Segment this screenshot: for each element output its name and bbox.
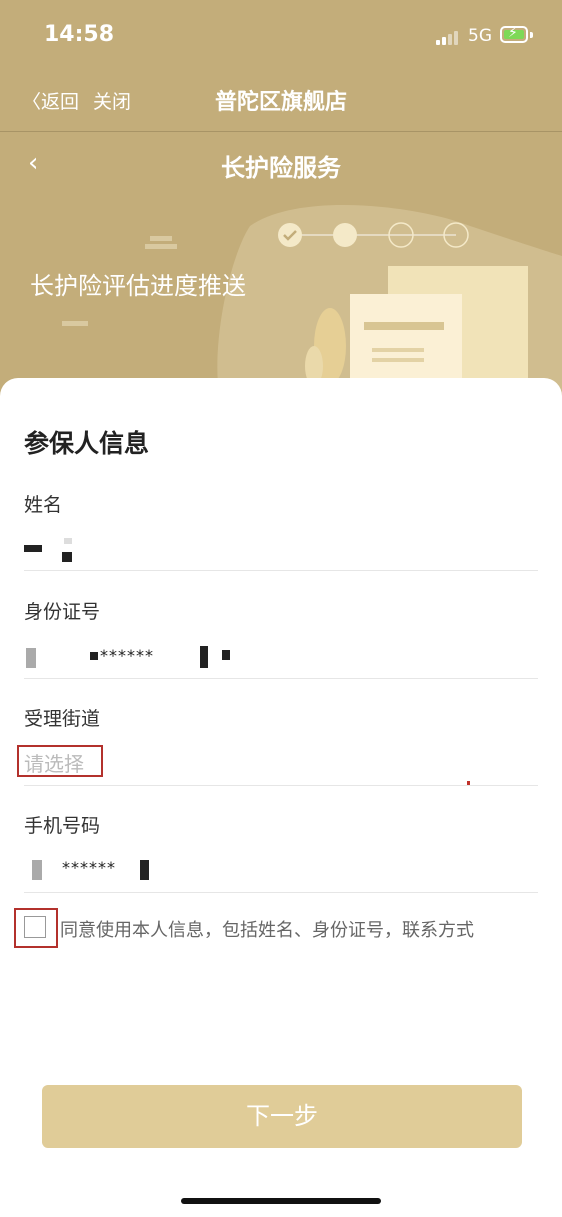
nav-title: 普陀区旗舰店 [214,90,347,115]
form-card: 参保人信息 姓名 身份证号 ****** 受理街道 请选择 手机号码 *****… [0,378,562,1217]
name-label: 姓名 [24,494,63,516]
id-value: ****** [24,644,284,670]
hero-text: 长护险评估进度推送 [30,272,246,300]
step-1 [278,223,302,247]
name-value [24,536,224,562]
step-2 [333,223,357,247]
street-label: 受理街道 [24,708,101,730]
id-label: 身份证号 [24,601,101,623]
street-select[interactable]: 请选择 [24,748,84,777]
status-bar: 14:58 5G ⚡ [0,0,562,68]
divider [24,678,538,679]
page-title: 长护险服务 [221,154,341,182]
consent-text: 同意使用本人信息，包括姓名、身份证号，联系方式 [60,920,474,941]
consent-checkbox[interactable] [24,916,46,938]
home-indicator [181,1198,381,1204]
sub-header: ‹ 长护险服务 [0,132,562,196]
phone-label: 手机号码 [24,815,101,837]
battery-icon: ⚡ [500,25,528,43]
network-type: 5G [468,26,492,46]
signal-icon [436,31,462,45]
section-title: 参保人信息 [24,429,150,458]
status-time: 14:58 [44,22,115,47]
next-step-button[interactable]: 下一步 [42,1085,522,1148]
divider [24,785,538,786]
divider [24,892,538,893]
progress-steps [278,222,469,248]
hero-banner: 长护险评估进度推送 [0,196,562,400]
battery-tip [530,32,533,38]
navigation-bar: 〈返回 关闭 普陀区旗舰店 [0,68,562,132]
divider [24,570,538,571]
phone-value: ****** [24,858,224,884]
